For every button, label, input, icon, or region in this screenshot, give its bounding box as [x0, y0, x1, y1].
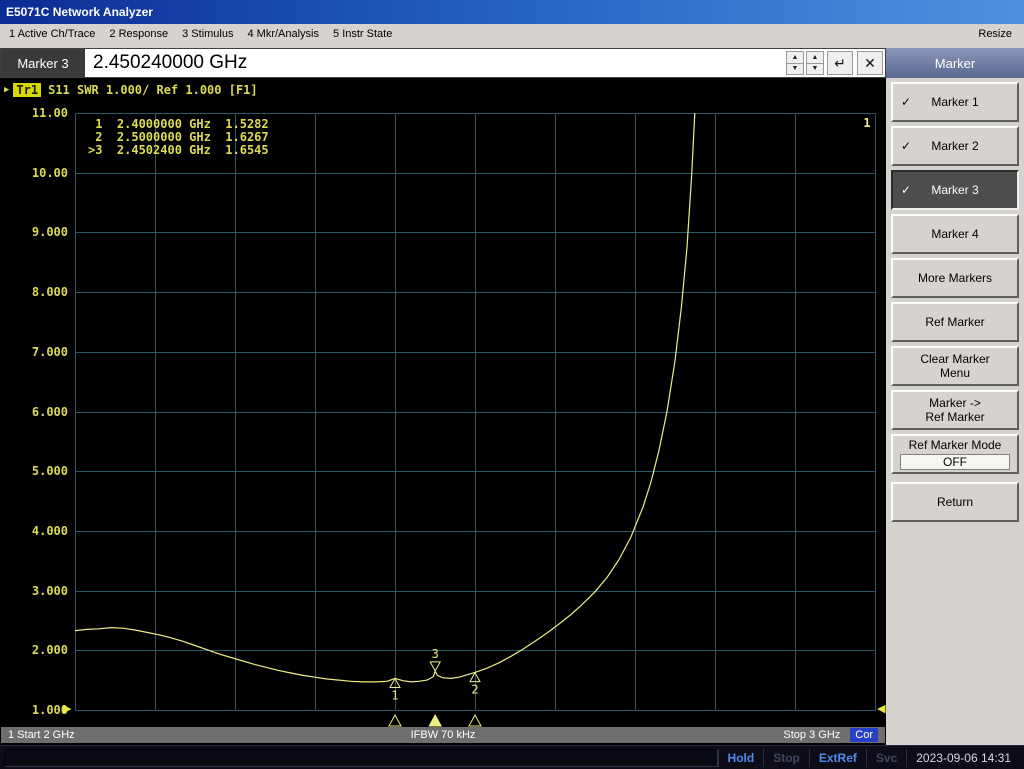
ifbw-label: IFBW 70 kHz — [410, 729, 476, 741]
marker-readout-row: >3 2.4502400 GHz 1.6545 — [88, 143, 269, 157]
content-area: ▶ Tr1 S11 SWR 1.000/ Ref 1.000 [F1] 11.0… — [0, 78, 1024, 745]
window-title: E5071C Network Analyzer — [6, 5, 153, 19]
status-svc: Svc — [865, 748, 906, 767]
y-axis-tick-label: 8.000 — [31, 285, 68, 300]
y-axis-tick-label: 3.000 — [31, 583, 68, 598]
softkey-more-markers[interactable]: More Markers — [891, 258, 1019, 298]
softkey-sidebar: ✓ Marker 1 ✓ Marker 2 ✓ Marker 3 Marker … — [886, 78, 1024, 745]
marker-entry-bar: Marker 3 ▲ ▼ ▲ ▼ ↵ ✕ — [0, 48, 886, 78]
entry-field-label: Marker 3 — [1, 49, 85, 77]
spin-down-icon[interactable]: ▼ — [807, 63, 823, 74]
enter-icon[interactable]: ↵ — [827, 51, 853, 75]
softkey-marker-3[interactable]: ✓ Marker 3 — [891, 170, 1019, 210]
y-axis-tick-label: 9.000 — [31, 225, 68, 240]
start-frequency-label: 1 Start 2 GHz — [8, 729, 75, 741]
spin-up-icon[interactable]: ▲ — [787, 52, 803, 64]
chart-panel: ▶ Tr1 S11 SWR 1.000/ Ref 1.000 [F1] 11.0… — [0, 78, 886, 745]
softkey-label: Ref Marker Mode — [908, 438, 1002, 452]
entry-row: Marker 3 ▲ ▼ ▲ ▼ ↵ ✕ Marker — [0, 48, 1024, 78]
stepper-fine: ▲ ▼ — [806, 51, 824, 75]
marker-readout-table: 1 2.4000000 GHz 1.5282 2 2.5000000 GHz 1… — [88, 118, 269, 157]
softkey-marker-2[interactable]: ✓ Marker 2 — [891, 126, 1019, 166]
y-axis-tick-label: 5.000 — [31, 464, 68, 479]
marker-frequency-input[interactable] — [85, 49, 785, 77]
softkey-label: Clear Marker — [920, 352, 990, 366]
system-status-bar: Hold Stop ExtRef Svc 2023-09-06 14:31 — [0, 745, 1024, 769]
ref-level-right-icon: ◀ — [877, 703, 886, 715]
active-channel-icon: ▶ — [4, 85, 10, 95]
softkey-label: Marker -> — [929, 396, 981, 410]
y-axis-tick-label: 7.000 — [31, 344, 68, 359]
svg-text:1: 1 — [391, 689, 398, 703]
correction-badge: Cor — [850, 728, 878, 742]
menu-instr-state[interactable]: 5 Instr State — [326, 26, 399, 42]
spin-up-icon[interactable]: ▲ — [807, 52, 823, 64]
e5071c-screen: E5071C Network Analyzer 1 Active Ch/Trac… — [0, 0, 1024, 769]
menu-resize[interactable]: Resize — [968, 26, 1022, 42]
trace-info: S11 SWR 1.000/ Ref 1.000 [F1] — [48, 83, 258, 97]
svg-text:1: 1 — [863, 116, 870, 130]
softkey-label: Marker 2 — [931, 139, 979, 153]
softkey-label: Marker 3 — [931, 183, 979, 197]
stepper-coarse: ▲ ▼ — [786, 51, 804, 75]
softkey-clear-marker-menu[interactable]: Clear Marker Menu — [891, 346, 1019, 386]
menu-bar: 1 Active Ch/Trace 2 Response 3 Stimulus … — [0, 24, 1024, 44]
softkey-menu-title: Marker — [886, 48, 1024, 78]
y-axis-tick-label: 4.000 — [31, 523, 68, 538]
softkey-label: More Markers — [917, 271, 992, 285]
status-message-field — [4, 748, 718, 767]
ref-level-left-icon: ▶ — [63, 703, 72, 715]
stop-frequency-label: Stop 3 GHz — [783, 729, 841, 741]
channel-status-bar: 1 Start 2 GHz IFBW 70 kHz Stop 3 GHz Cor — [1, 727, 885, 743]
check-icon: ✓ — [901, 95, 912, 109]
title-bar: E5071C Network Analyzer — [0, 0, 1024, 24]
softkey-label: Marker 4 — [931, 227, 979, 241]
softkey-marker-to-ref-marker[interactable]: Marker -> Ref Marker — [891, 390, 1019, 430]
svg-text:3: 3 — [432, 647, 439, 661]
softkey-label: Ref Marker — [925, 315, 985, 329]
softkey-label: Ref Marker — [925, 410, 985, 424]
trace-label: Tr1 — [13, 83, 42, 97]
y-axis-tick-label: 1.000 — [31, 703, 68, 717]
check-icon: ✓ — [901, 183, 912, 197]
softkey-marker-4[interactable]: Marker 4 — [891, 214, 1019, 254]
status-hold: Hold — [717, 748, 764, 767]
softkey-label: Marker 1 — [931, 95, 979, 109]
status-datetime: 2023-09-06 14:31 — [906, 748, 1020, 767]
status-extref: ExtRef — [808, 748, 866, 767]
softkey-label: Menu — [939, 366, 971, 380]
check-icon: ✓ — [901, 139, 912, 153]
menu-mkr-analysis[interactable]: 4 Mkr/Analysis — [240, 26, 326, 42]
softkey-return[interactable]: Return — [891, 482, 1019, 522]
close-icon[interactable]: ✕ — [857, 51, 883, 75]
svg-text:2: 2 — [471, 683, 478, 697]
y-axis-tick-label: 6.000 — [31, 404, 68, 419]
softkey-value: OFF — [900, 454, 1010, 470]
swr-chart: 1 2 3 1 — [75, 113, 876, 727]
spin-down-icon[interactable]: ▼ — [787, 63, 803, 74]
softkey-ref-marker[interactable]: Ref Marker — [891, 302, 1019, 342]
y-axis-tick-label: 2.000 — [31, 643, 68, 658]
softkey-marker-1[interactable]: ✓ Marker 1 — [891, 82, 1019, 122]
trace-header: ▶ Tr1 S11 SWR 1.000/ Ref 1.000 [F1] — [4, 83, 258, 97]
menu-stimulus[interactable]: 3 Stimulus — [175, 26, 240, 42]
softkey-label: Return — [936, 495, 974, 509]
y-axis-tick-label: 10.00 — [31, 165, 68, 180]
menu-response[interactable]: 2 Response — [102, 26, 175, 42]
softkey-ref-marker-mode[interactable]: Ref Marker Mode OFF — [891, 434, 1019, 474]
status-stop: Stop — [763, 748, 809, 767]
y-axis-tick-label: 11.00 — [31, 106, 68, 120]
menu-active-ch-trace[interactable]: 1 Active Ch/Trace — [2, 26, 102, 42]
